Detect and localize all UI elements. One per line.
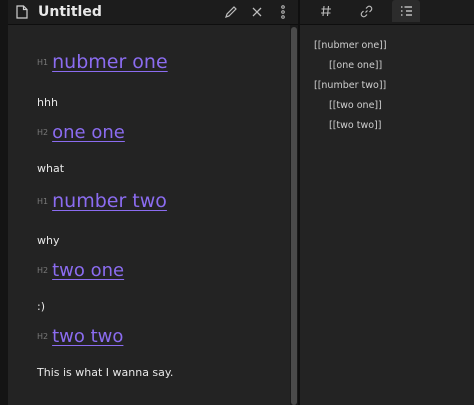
heading-level-marker: H2 — [37, 128, 49, 137]
scrollbar-thumb[interactable] — [291, 27, 297, 405]
heading-link[interactable]: two two — [52, 326, 123, 347]
tab-tags[interactable] — [312, 0, 340, 22]
heading-block[interactable]: H1 nubmer one — [37, 51, 168, 73]
outline-item[interactable]: [[two one]] — [329, 100, 382, 111]
outline-pane: [[nubmer one]] [[one one]] [[number two]… — [300, 0, 474, 405]
editor-content[interactable]: H1 nubmer one hhh H2 one one what H1 number… — [8, 25, 290, 405]
close-icon[interactable] — [246, 1, 268, 23]
heading-link[interactable]: two one — [52, 260, 124, 281]
editor-pane: Untitled H1 nubmer one hhh H2 one one wh… — [0, 0, 298, 405]
outline-item[interactable]: [[nubmer one]] — [314, 40, 387, 51]
outline-item[interactable]: [[two two]] — [329, 120, 381, 131]
editor-header: Untitled — [8, 0, 298, 25]
file-icon — [14, 4, 30, 20]
heading-block[interactable]: H2 two two — [37, 326, 123, 347]
heading-link[interactable]: one one — [52, 122, 125, 143]
paragraph-block[interactable]: hhh — [37, 96, 58, 109]
side-panel-tabs — [300, 0, 474, 25]
paragraph-block[interactable]: why — [37, 234, 59, 247]
heading-level-marker: H2 — [37, 266, 49, 275]
hashtag-icon — [321, 5, 331, 17]
tab-outline[interactable] — [392, 0, 420, 22]
outline-item[interactable]: [[number two]] — [314, 80, 386, 91]
outline-list-icon — [400, 6, 412, 16]
heading-block[interactable]: H2 one one — [37, 122, 125, 143]
outline-item[interactable]: [[one one]] — [329, 60, 382, 71]
paragraph-block[interactable]: This is what I wanna say. — [37, 366, 173, 379]
note-title[interactable]: Untitled — [38, 4, 220, 20]
paragraph-block[interactable]: what — [37, 162, 64, 175]
edit-pencil-icon[interactable] — [220, 1, 242, 23]
editor-scrollbar[interactable] — [290, 25, 298, 405]
heading-block[interactable]: H2 two one — [37, 260, 124, 281]
heading-level-marker: H2 — [37, 332, 49, 341]
link-icon — [360, 5, 372, 17]
heading-link[interactable]: number two — [52, 190, 167, 212]
heading-level-marker: H1 — [37, 196, 49, 206]
heading-block[interactable]: H1 number two — [37, 190, 167, 212]
heading-link[interactable]: nubmer one — [52, 51, 168, 73]
heading-level-marker: H1 — [37, 57, 49, 67]
left-edge — [0, 0, 8, 405]
more-options-icon[interactable] — [272, 1, 294, 23]
tab-backlinks[interactable] — [352, 0, 380, 22]
paragraph-block[interactable]: :) — [37, 300, 45, 313]
